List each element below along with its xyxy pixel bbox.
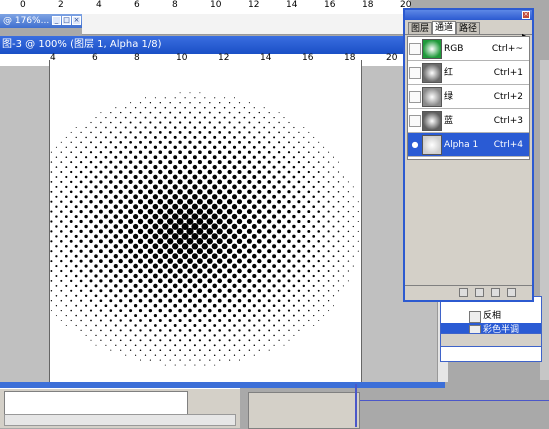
actions-panel-footer [440, 333, 542, 347]
eye-icon[interactable] [409, 67, 421, 79]
channels-palette: × 图层 通道 路径 ▸ RGB Ctrl+~ 红 Ctrl+1 绿 Ctrl+2 蓝 Ctr… [403, 8, 534, 302]
bottom-panel-content [4, 391, 188, 415]
eye-icon[interactable] [409, 115, 421, 127]
ruler-tick-label: 4 [96, 0, 102, 10]
ruler-tick-label: 12 [248, 0, 260, 10]
halftone-image [45, 92, 359, 366]
ruler-tick-label: 20 [386, 53, 398, 63]
channel-thumbnail [422, 39, 442, 59]
channel-row[interactable]: ● Alpha 1 Ctrl+4 [408, 133, 529, 157]
eye-icon[interactable]: ● [409, 139, 421, 151]
channel-row[interactable]: 蓝 Ctrl+3 [408, 109, 529, 133]
tab-channels[interactable]: 通道 [432, 21, 457, 34]
channel-name: Alpha 1 [444, 140, 479, 150]
channel-thumbnail [422, 63, 442, 83]
channel-thumbnail [422, 87, 442, 107]
channels-palette-footer [405, 285, 532, 300]
channel-shortcut: Ctrl+2 [493, 92, 523, 102]
trash-icon[interactable] [507, 288, 516, 297]
guide-line-horizontal [360, 400, 549, 401]
secondary-ruler [82, 14, 410, 35]
halftone-canvas[interactable] [45, 60, 362, 382]
action-icon [469, 311, 481, 323]
channel-name: 红 [444, 68, 454, 78]
channel-shortcut: Ctrl+4 [493, 140, 523, 150]
top-ruler: 0 2 4 6 8 10 12 14 16 18 20 [0, 0, 411, 15]
maximize-icon[interactable]: □ [62, 16, 71, 25]
document-titlebar[interactable]: 图-3 @ 100% (图层 1, Alpha 1/8) [0, 36, 410, 54]
ruler-tick-label: 6 [134, 0, 140, 10]
ruler-tick-label: 18 [362, 0, 374, 10]
save-selection-icon[interactable] [475, 288, 484, 297]
bottom-panel-2 [248, 392, 360, 429]
channel-shortcut: Ctrl+3 [493, 116, 523, 126]
channel-row[interactable]: 绿 Ctrl+2 [408, 85, 529, 109]
channel-thumbnail [422, 135, 442, 155]
ruler-tick-label: 14 [286, 0, 298, 10]
back-window-titlebar[interactable]: @ 176%... _ □ × [0, 14, 82, 28]
channel-row[interactable]: 红 Ctrl+1 [408, 61, 529, 85]
channels-palette-titlebar[interactable]: × [405, 10, 532, 20]
back-window-title: @ 176%... [3, 16, 50, 26]
channel-name: RGB [444, 44, 464, 54]
action-label: 反相 [483, 311, 502, 321]
close-icon[interactable]: × [72, 16, 81, 25]
eye-icon[interactable] [409, 43, 421, 55]
tab-paths[interactable]: 路径 [456, 22, 481, 34]
load-selection-icon[interactable] [459, 288, 468, 297]
channel-shortcut: Ctrl+1 [493, 68, 523, 78]
minimize-icon[interactable]: _ [52, 16, 61, 25]
palette-tabs: 图层 通道 路径 ▸ [405, 20, 532, 40]
tab-layers[interactable]: 图层 [408, 22, 433, 34]
ruler-tick-label: 8 [172, 0, 178, 10]
ruler-tick-label: 16 [324, 0, 336, 10]
guide-line-vertical [355, 384, 357, 427]
channel-shortcut: Ctrl+~ [491, 44, 523, 54]
new-channel-icon[interactable] [491, 288, 500, 297]
channel-thumbnail [422, 111, 442, 131]
ruler-tick-label: 2 [58, 0, 64, 10]
channel-row[interactable]: RGB Ctrl+~ [408, 37, 529, 61]
channel-name: 绿 [444, 92, 454, 102]
eye-icon[interactable] [409, 91, 421, 103]
bottom-horizontal-scrollbar[interactable] [4, 414, 236, 426]
actions-panel: 反相 彩色半调 [440, 296, 542, 362]
action-item-invert[interactable]: 反相 [441, 309, 541, 323]
ruler-tick-label: 10 [210, 0, 222, 10]
channel-name: 蓝 [444, 116, 454, 126]
channel-list: RGB Ctrl+~ 红 Ctrl+1 绿 Ctrl+2 蓝 Ctrl+3 ● Alpha 1 Ct… [407, 36, 530, 160]
document-title: 图-3 @ 100% (图层 1, Alpha 1/8) [2, 39, 162, 50]
close-icon[interactable]: × [522, 11, 530, 19]
ruler-tick-label: 0 [20, 0, 26, 10]
